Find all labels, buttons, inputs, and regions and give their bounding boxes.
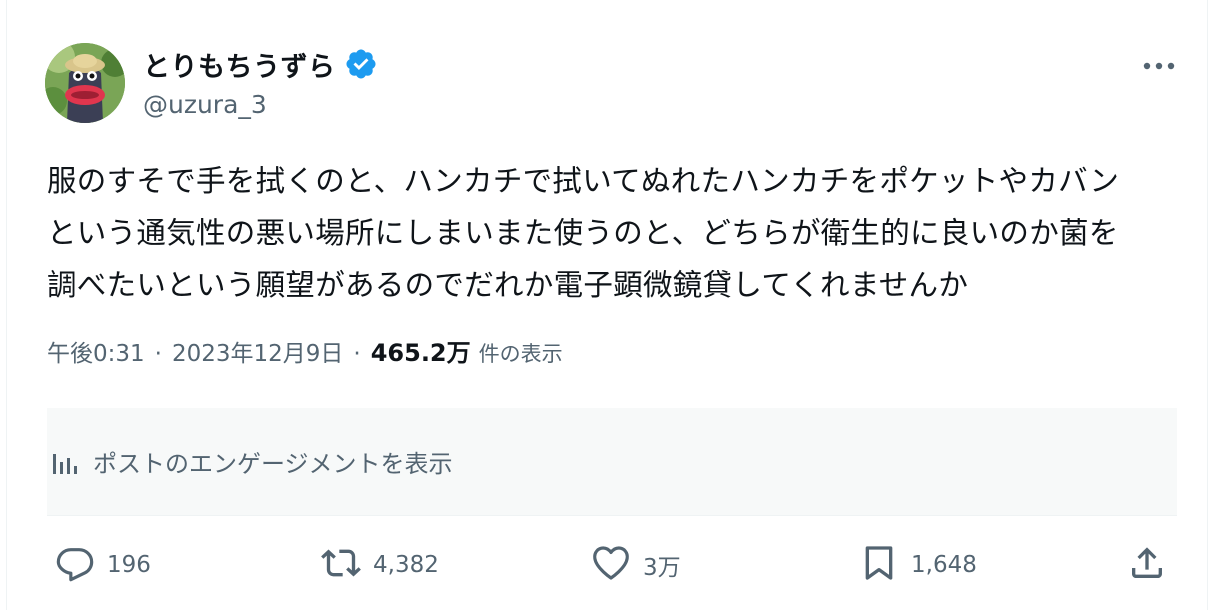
action-bar: 196 4,382 3万 1,648 [47,540,1177,590]
view-count-label: 件の表示 [478,342,563,366]
meta-separator: · [353,341,361,367]
share-icon [1127,543,1167,587]
share-button[interactable] [1127,540,1167,590]
retweet-count: 4,382 [373,552,439,578]
view-engagement-label: ポストのエンゲージメントを表示 [93,450,453,478]
heart-icon [591,543,631,587]
like-button[interactable]: 3万 [591,540,681,590]
tweet-time[interactable]: 午後0:31 [47,334,145,368]
reply-icon [55,543,95,587]
bookmark-icon [859,543,899,587]
reply-button[interactable]: 196 [55,540,151,590]
display-name[interactable]: とりもちうずら [143,45,336,84]
tweet-date[interactable]: 2023年12月9日 [172,334,343,368]
user-name-row: とりもちうずら [143,44,378,84]
retweet-icon [321,543,361,587]
avatar-image [45,43,125,123]
bookmark-count: 1,648 [911,552,977,578]
analytics-icon [51,447,81,477]
tweet-text-line: という通気性の悪い場所にしまいまた使うのと、どちらが衛生的に良いのか菌を [47,216,1119,250]
tweet-text-line: 服のすそで手を拭くのと、ハンカチで拭いてぬれたハンカチをポケットやカバン [47,164,1120,198]
user-handle[interactable]: @uzura_3 [143,90,267,119]
reply-count: 196 [107,552,151,578]
tweet-meta: 午後0:31 · 2023年12月9日 · 465.2万 件の表示 [47,333,563,368]
tweet-card: とりもちうずら @uzura_3 服のすそで手を拭くのと、ハンカチで拭いてぬれた… [6,0,1208,610]
bookmark-button[interactable]: 1,648 [859,540,977,590]
more-options-icon[interactable] [1140,52,1178,80]
view-count: 465.2万 [370,339,471,367]
verified-badge-icon[interactable] [344,47,378,81]
tweet-text: 服のすそで手を拭くのと、ハンカチで拭いてぬれたハンカチをポケットやカバン という… [47,155,1187,311]
meta-separator: · [154,341,162,367]
view-engagement-button[interactable]: ポストのエンゲージメントを表示 [47,408,1177,516]
retweet-button[interactable]: 4,382 [321,540,439,590]
avatar[interactable] [45,43,125,123]
like-count: 3万 [643,555,681,581]
tweet-text-line: 調べたいという願望があるのでだれか電子顕微鏡貸してくれませんか [47,268,969,302]
